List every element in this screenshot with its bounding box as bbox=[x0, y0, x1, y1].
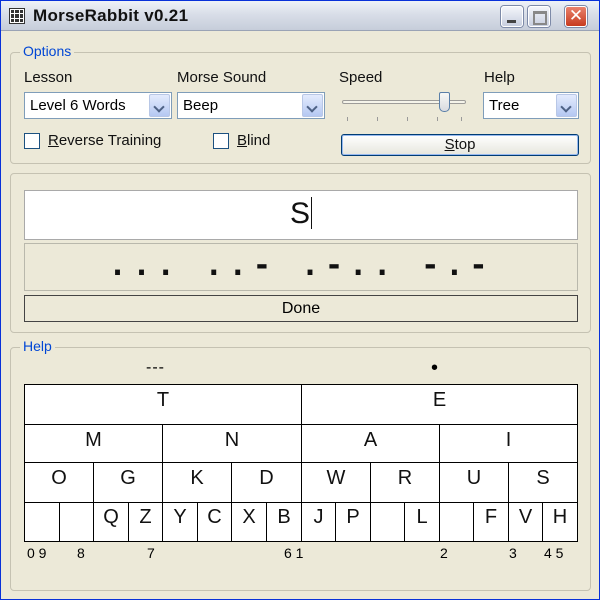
tree-letter-cell: S bbox=[508, 462, 578, 503]
stop-button[interactable]: Stop bbox=[341, 134, 579, 156]
tree-letter-cell: V bbox=[508, 502, 543, 542]
tree-number-label: 3 bbox=[509, 545, 517, 561]
morse-tree: TE MNAI OGKDWRUS QZYCXBJPLFVH bbox=[24, 384, 578, 542]
tree-letter-cell: Q bbox=[93, 502, 129, 542]
tree-letter-cell: A bbox=[301, 424, 440, 463]
tree-letter-cell: K bbox=[162, 462, 232, 503]
slider-tick bbox=[407, 117, 408, 121]
title-bar[interactable]: MorseRabbit v0.21 ✕ bbox=[1, 1, 599, 31]
chevron-down-icon[interactable] bbox=[302, 94, 323, 117]
chevron-down-icon[interactable] bbox=[556, 94, 577, 117]
tree-letter-cell: E bbox=[301, 384, 578, 425]
reverse-training-label[interactable]: Reverse Training bbox=[48, 132, 161, 149]
tree-letter-cell bbox=[59, 502, 94, 542]
tree-letter-cell: Z bbox=[128, 502, 163, 542]
typed-text: S bbox=[289, 197, 310, 230]
help-mode-dropdown[interactable]: Tree bbox=[483, 92, 579, 119]
tree-letter-cell bbox=[439, 502, 474, 542]
tree-letter-cell: J bbox=[301, 502, 336, 542]
tree-letter-cell: H bbox=[542, 502, 578, 542]
speed-label: Speed bbox=[339, 69, 383, 86]
help-mode-label: Help bbox=[484, 69, 515, 86]
tree-letter-cell: B bbox=[266, 502, 302, 542]
help-group-label: Help bbox=[20, 338, 55, 354]
tree-letter-cell bbox=[24, 502, 60, 542]
tree-letter-cell: U bbox=[439, 462, 509, 503]
maximize-button[interactable] bbox=[528, 6, 550, 27]
minimize-button[interactable] bbox=[501, 6, 523, 27]
morse-code-text: ... ..- .-.. -.- bbox=[108, 248, 494, 283]
tree-letter-cell: M bbox=[24, 424, 163, 463]
tree-letter-cell: D bbox=[231, 462, 302, 503]
tree-letter-cell: P bbox=[335, 502, 371, 542]
tree-letter-cell: W bbox=[301, 462, 371, 503]
tree-number-label: 8 bbox=[77, 545, 85, 561]
tree-letter-cell: I bbox=[439, 424, 578, 463]
slider-tick bbox=[437, 117, 438, 121]
app-icon[interactable] bbox=[9, 8, 25, 24]
tree-letter-cell: O bbox=[24, 462, 94, 503]
slider-tick bbox=[377, 117, 378, 121]
speed-slider[interactable] bbox=[339, 89, 469, 123]
help-mode-value: Tree bbox=[489, 97, 520, 114]
tree-letter-cell: T bbox=[24, 384, 302, 425]
speed-slider-thumb[interactable] bbox=[439, 92, 450, 112]
lesson-value: Level 6 Words bbox=[30, 97, 126, 114]
tree-letter-cell: X bbox=[231, 502, 267, 542]
tree-letter-cell: C bbox=[197, 502, 232, 542]
morse-sound-value: Beep bbox=[183, 97, 219, 114]
morse-sound-dropdown[interactable]: Beep bbox=[177, 92, 325, 119]
tree-letter-cell: Y bbox=[162, 502, 198, 542]
status-bar: Done bbox=[24, 295, 578, 322]
answer-input[interactable]: S bbox=[24, 190, 578, 240]
lesson-dropdown[interactable]: Level 6 Words bbox=[24, 92, 172, 119]
reverse-training-checkbox[interactable] bbox=[24, 133, 40, 149]
tree-letter-cell bbox=[370, 502, 405, 542]
window-title: MorseRabbit v0.21 bbox=[33, 6, 189, 25]
dot-marker: • bbox=[431, 357, 439, 379]
close-button[interactable]: ✕ bbox=[565, 6, 587, 27]
status-text: Done bbox=[281, 300, 321, 317]
tree-letter-cell: F bbox=[473, 502, 509, 542]
options-group-label: Options bbox=[20, 43, 75, 59]
tree-number-label: 0 9 bbox=[27, 545, 47, 561]
text-caret bbox=[311, 197, 312, 229]
tree-number-label: 7 bbox=[147, 545, 155, 561]
blind-label[interactable]: Blind bbox=[237, 132, 270, 149]
tree-number-label: 6 1 bbox=[284, 545, 304, 561]
tree-number-label: 4 5 bbox=[544, 545, 564, 561]
close-icon: ✕ bbox=[568, 6, 584, 26]
slider-tick bbox=[347, 117, 348, 121]
tree-letter-cell: N bbox=[162, 424, 302, 463]
dash-marker: --- bbox=[146, 359, 165, 376]
slider-tick bbox=[461, 117, 462, 121]
tree-letter-cell: G bbox=[93, 462, 163, 503]
tree-letter-cell: R bbox=[370, 462, 440, 503]
lesson-label: Lesson bbox=[24, 69, 73, 86]
chevron-down-icon[interactable] bbox=[149, 94, 170, 117]
tree-letter-cell: L bbox=[404, 502, 440, 542]
tree-number-label: 2 bbox=[440, 545, 448, 561]
morse-sound-label: Morse Sound bbox=[177, 69, 267, 86]
blind-checkbox[interactable] bbox=[213, 133, 229, 149]
main-window: MorseRabbit v0.21 ✕ Options Lesson Level… bbox=[0, 0, 600, 600]
morse-display: ... ..- .-.. -.- bbox=[24, 243, 578, 291]
